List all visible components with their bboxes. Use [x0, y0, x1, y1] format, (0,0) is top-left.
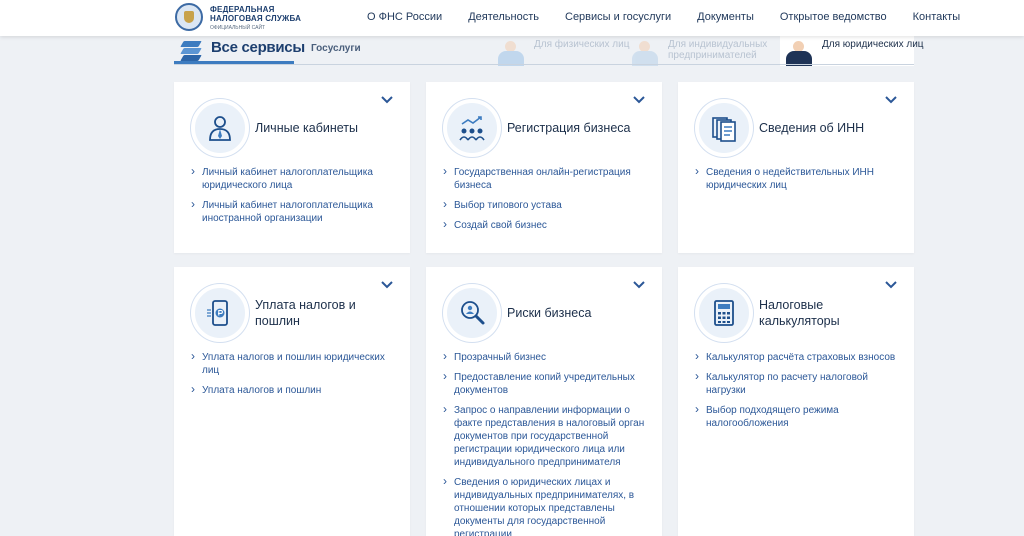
- segment-legal-entities[interactable]: Для юридических лиц: [780, 36, 924, 66]
- card-links: Уплата налогов и пошлин юридических лиц …: [191, 350, 403, 404]
- nav-documents[interactable]: Документы: [697, 11, 754, 23]
- entrepreneurs-photo: [626, 38, 664, 66]
- phone-ruble-icon: [191, 284, 249, 342]
- card-business-registration: Регистрация бизнеса Государственная онла…: [426, 82, 662, 253]
- chevron-down-icon[interactable]: [381, 96, 393, 104]
- service-link[interactable]: Выбор типового устава: [443, 198, 655, 212]
- all-services-title[interactable]: Все сервисы: [211, 39, 305, 56]
- segment-entrepreneurs[interactable]: Для индивидуальных предпринимателей: [626, 36, 778, 66]
- chevron-down-icon[interactable]: [633, 96, 645, 104]
- services-bar: Все сервисы Госуслуги Для физических лиц…: [174, 36, 924, 66]
- chevron-down-icon[interactable]: [885, 96, 897, 104]
- segment-legal-entities-label: Для юридических лиц: [822, 39, 924, 50]
- card-tax-calculators: Налоговые калькуляторы Калькулятор расчё…: [678, 267, 914, 536]
- service-link[interactable]: Сведения о юридических лицах и индивидуа…: [443, 475, 655, 536]
- nav-open-agency[interactable]: Открытое ведомство: [780, 11, 887, 23]
- service-link[interactable]: Калькулятор по расчету налоговой нагрузк…: [695, 370, 907, 397]
- individuals-photo: [492, 38, 530, 66]
- gosuslugi-link[interactable]: Госуслуги: [311, 43, 361, 54]
- chevron-down-icon[interactable]: [633, 281, 645, 289]
- documents-icon: [695, 99, 753, 157]
- service-link[interactable]: Калькулятор расчёта страховых взносов: [695, 350, 907, 364]
- service-link[interactable]: Сведения о недействительных ИНН юридичес…: [695, 165, 907, 192]
- chevron-down-icon[interactable]: [381, 281, 393, 289]
- service-link[interactable]: Уплата налогов и пошлин юридических лиц: [191, 350, 403, 377]
- segment-individuals[interactable]: Для физических лиц: [492, 36, 629, 66]
- service-link[interactable]: Личный кабинет налогоплательщика иностра…: [191, 198, 403, 225]
- legal-entities-photo: [780, 38, 818, 66]
- card-business-risks: Риски бизнеса Прозрачный бизнес Предоста…: [426, 267, 662, 536]
- card-tax-payment: Уплата налогов и пошлин Уплата налогов и…: [174, 267, 410, 536]
- services-bar-divider: [174, 64, 914, 65]
- group-growth-icon: [443, 99, 501, 157]
- services-stack-icon: [176, 39, 202, 61]
- nav-activity[interactable]: Деятельность: [468, 11, 539, 23]
- service-link[interactable]: Выбор подходящего режима налогообложения: [695, 403, 907, 430]
- card-links: Личный кабинет налогоплательщика юридиче…: [191, 165, 403, 232]
- main-nav: О ФНС России Деятельность Сервисы и госу…: [367, 11, 986, 23]
- site-header: ФЕДЕРАЛЬНАЯ НАЛОГОВАЯ СЛУЖБА ОФИЦИАЛЬНЫЙ…: [0, 0, 1024, 36]
- nav-services[interactable]: Сервисы и госуслуги: [565, 11, 671, 23]
- card-links: Государственная онлайн-регистрация бизне…: [443, 165, 655, 239]
- service-link[interactable]: Запрос о направлении информации о факте …: [443, 403, 655, 469]
- card-title[interactable]: Риски бизнеса: [507, 305, 635, 321]
- card-title[interactable]: Уплата налогов и пошлин: [255, 297, 383, 329]
- chevron-down-icon[interactable]: [885, 281, 897, 289]
- nav-about[interactable]: О ФНС России: [367, 11, 442, 23]
- logo-line-3: ОФИЦИАЛЬНЫЙ САЙТ: [210, 25, 266, 31]
- card-title[interactable]: Сведения об ИНН: [759, 120, 887, 136]
- card-links: Прозрачный бизнес Предоставление копий у…: [443, 350, 655, 536]
- magnifier-icon: [443, 284, 501, 342]
- service-link[interactable]: Создай свой бизнес: [443, 218, 655, 232]
- card-title[interactable]: Личные кабинеты: [255, 120, 383, 136]
- card-title[interactable]: Налоговые калькуляторы: [759, 297, 887, 329]
- calculator-icon: [695, 284, 753, 342]
- service-link[interactable]: Государственная онлайн-регистрация бизне…: [443, 165, 655, 192]
- service-link[interactable]: Прозрачный бизнес: [443, 350, 655, 364]
- card-links: Калькулятор расчёта страховых взносов Ка…: [695, 350, 907, 437]
- fns-emblem-icon[interactable]: [175, 3, 203, 31]
- service-link[interactable]: Уплата налогов и пошлин: [191, 383, 403, 397]
- site-logo[interactable]: ФЕДЕРАЛЬНАЯ НАЛОГОВАЯ СЛУЖБА ОФИЦИАЛЬНЫЙ…: [210, 5, 301, 33]
- segment-entrepreneurs-label: Для индивидуальных предпринимателей: [668, 39, 768, 61]
- card-inn-info: Сведения об ИНН Сведения о недействитель…: [678, 82, 914, 253]
- logo-line-1: ФЕДЕРАЛЬНАЯ: [210, 5, 275, 14]
- service-link[interactable]: Предоставление копий учредительных докум…: [443, 370, 655, 397]
- card-personal-accounts: Личные кабинеты Личный кабинет налогопла…: [174, 82, 410, 253]
- card-title[interactable]: Регистрация бизнеса: [507, 120, 635, 136]
- card-links: Сведения о недействительных ИНН юридичес…: [695, 165, 907, 199]
- logo-line-2: НАЛОГОВАЯ СЛУЖБА: [210, 14, 302, 23]
- service-link[interactable]: Личный кабинет налогоплательщика юридиче…: [191, 165, 403, 192]
- nav-contacts[interactable]: Контакты: [913, 11, 961, 23]
- person-icon: [191, 99, 249, 157]
